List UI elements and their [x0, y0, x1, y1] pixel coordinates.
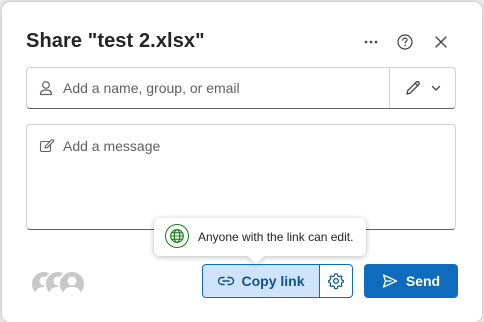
compose-icon: [39, 139, 55, 153]
question-circle-icon: [397, 34, 413, 50]
copy-link-label: Copy link: [241, 273, 305, 289]
close-button[interactable]: [429, 30, 453, 54]
message-field[interactable]: Add a message: [26, 124, 456, 230]
more-horizontal-icon: [364, 40, 378, 44]
people-picker[interactable]: Add a name, group, or email: [26, 67, 456, 109]
dialog-title: Share "test 2.xlsx": [26, 30, 205, 52]
message-placeholder[interactable]: Add a message: [63, 138, 160, 154]
dismiss-icon: [435, 36, 447, 48]
help-button[interactable]: [393, 30, 417, 54]
avatar: [58, 270, 86, 298]
tooltip-text: Anyone with the link can edit.: [198, 230, 354, 244]
send-label: Send: [405, 273, 441, 289]
people-input-placeholder[interactable]: Add a name, group, or email: [63, 80, 240, 96]
copy-link-button[interactable]: Copy link: [202, 264, 320, 298]
link-settings-button[interactable]: [319, 264, 353, 298]
person-icon: [39, 81, 53, 96]
link-permission-tooltip: Anyone with the link can edit.: [154, 218, 366, 265]
tooltip-beak: [247, 247, 265, 265]
send-button[interactable]: Send: [364, 264, 458, 298]
chevron-down-icon: [431, 85, 441, 91]
globe-icon: [170, 229, 184, 243]
divider: [389, 68, 390, 108]
permission-dropdown[interactable]: [395, 74, 451, 102]
more-options-button[interactable]: [359, 30, 383, 54]
globe-badge: [165, 224, 189, 248]
link-icon: [218, 276, 235, 286]
people-avatars-icon: [30, 270, 86, 298]
gear-icon: [328, 273, 344, 290]
send-icon: [382, 274, 398, 288]
share-dialog: Share "test 2.xlsx" Add a name, group, o…: [2, 2, 482, 322]
pencil-icon: [406, 81, 420, 95]
